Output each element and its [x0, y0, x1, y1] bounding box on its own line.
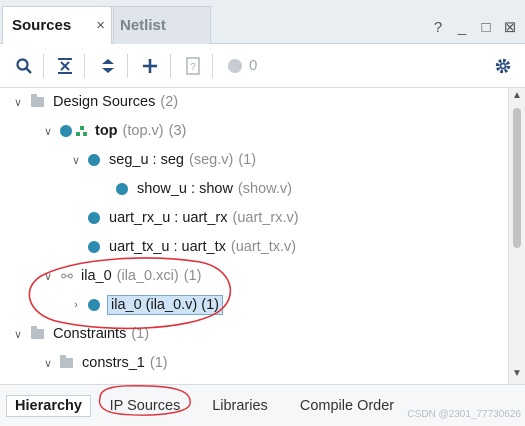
tree-row-top[interactable]: ∨ top (top.v) (3) — [0, 118, 508, 144]
error-count: 0 — [249, 57, 258, 74]
folder-icon — [31, 326, 44, 339]
window-controls: ? _ □ ⊠ — [431, 18, 517, 37]
toolbar-separator — [212, 54, 213, 78]
watermark: CSDN @2301_77730626 — [407, 409, 521, 420]
module-icon — [88, 212, 100, 224]
status-circle-icon — [224, 55, 246, 77]
tree-count: (1) — [183, 268, 202, 284]
chevron-down-icon[interactable]: ∨ — [42, 270, 54, 283]
ip-core-icon: ⚯ — [61, 268, 73, 284]
tree-count: (3) — [168, 123, 187, 139]
chevron-down-icon[interactable]: ∨ — [42, 125, 54, 138]
tab-ip-sources[interactable]: IP Sources — [104, 395, 186, 417]
chevron-down-icon[interactable]: ∨ — [12, 96, 24, 109]
tree-row-ila-0[interactable]: ∨ ⚯ ila_0 (ila_0.xci) (1) — [0, 263, 508, 289]
tab-netlist-label: Netlist — [120, 17, 166, 34]
gear-icon[interactable] — [492, 55, 514, 77]
expand-all-icon[interactable] — [97, 55, 119, 77]
scroll-down-icon[interactable]: ▼ — [509, 368, 525, 382]
chevron-right-icon[interactable]: › — [70, 299, 82, 311]
tree-file: (seg.v) — [188, 152, 234, 168]
tab-libraries[interactable]: Libraries — [204, 395, 276, 417]
minimize-icon[interactable]: _ — [455, 19, 469, 36]
close-icon[interactable]: × — [96, 17, 105, 34]
float-icon[interactable]: ⊠ — [503, 18, 517, 36]
search-icon[interactable] — [13, 55, 35, 77]
bottom-tab-bar: Hierarchy IP Sources Libraries Compile O… — [0, 384, 525, 426]
tree-row-show-u[interactable]: show_u : show (show.v) — [0, 176, 508, 202]
folder-icon — [31, 94, 44, 107]
properties-icon[interactable]: ? — [182, 55, 204, 77]
vertical-scrollbar[interactable]: ▲ ▼ — [508, 88, 525, 384]
tree-row-constraints[interactable]: ∨ Constraints (1) — [0, 321, 508, 347]
tree-label: uart_tx_u : uart_tx — [109, 239, 226, 255]
tree-row-uart-tx-u[interactable]: uart_tx_u : uart_tx (uart_tx.v) — [0, 234, 508, 260]
add-icon[interactable] — [139, 55, 161, 77]
chevron-down-icon[interactable]: ∨ — [70, 154, 82, 167]
tree-file: (uart_tx.v) — [230, 239, 297, 255]
tree-label: constrs_1 — [82, 355, 145, 371]
maximize-icon[interactable]: □ — [479, 19, 493, 36]
tree-row-design-sources[interactable]: ∨ Design Sources (2) — [0, 89, 508, 115]
tab-compile-order[interactable]: Compile Order — [292, 395, 402, 417]
selected-tree-label: ila_0 (ila_0.v) (1) — [107, 295, 223, 315]
tree-label: show_u : show — [137, 181, 233, 197]
help-icon[interactable]: ? — [431, 19, 445, 36]
top-module-icon — [76, 125, 88, 137]
tree-file: (ila_0.xci) — [116, 268, 179, 284]
tree-file: (show.v) — [237, 181, 292, 197]
toolbar-separator — [43, 54, 44, 78]
folder-icon — [60, 355, 73, 368]
tree-count: (1) — [131, 326, 150, 342]
tree-row-uart-rx-u[interactable]: uart_rx_u : uart_rx (uart_rx.v) — [0, 205, 508, 231]
toolbar-separator — [84, 54, 85, 78]
tree-label: ila_0 — [81, 268, 112, 284]
tree-label: Constraints — [53, 326, 127, 342]
tree-count: (2) — [160, 94, 179, 110]
module-icon — [60, 125, 72, 137]
tree-label: top — [95, 123, 118, 139]
collapse-all-icon[interactable] — [54, 55, 76, 77]
chevron-down-icon[interactable]: ∨ — [12, 328, 24, 341]
svg-text:?: ? — [190, 62, 196, 73]
panel-tab-bar: Sources × Netlist ? _ □ ⊠ — [0, 0, 525, 44]
tree-label: Design Sources — [53, 94, 156, 110]
sources-tree: ∨ Design Sources (2) ∨ top (top.v) (3) ∨… — [0, 88, 508, 384]
tree-row-constrs-1[interactable]: ∨ constrs_1 (1) — [0, 350, 508, 376]
sources-toolbar: ? 0 — [0, 44, 525, 88]
module-icon — [116, 183, 128, 195]
tree-file: (uart_rx.v) — [232, 210, 299, 226]
tree-row-seg-u[interactable]: ∨ seg_u : seg (seg.v) (1) — [0, 147, 508, 173]
scroll-thumb[interactable] — [513, 108, 521, 248]
module-icon — [88, 299, 100, 311]
toolbar-separator — [170, 54, 171, 78]
tree-label: seg_u : seg — [109, 152, 184, 168]
module-icon — [88, 154, 100, 166]
tree-label: uart_rx_u : uart_rx — [109, 210, 228, 226]
tab-sources-label: Sources — [12, 17, 72, 34]
scroll-up-icon[interactable]: ▲ — [509, 90, 525, 104]
tree-file: (top.v) — [122, 123, 164, 139]
tree-count: (1) — [238, 152, 257, 168]
chevron-down-icon[interactable]: ∨ — [42, 357, 54, 370]
tab-hierarchy[interactable]: Hierarchy — [6, 395, 91, 417]
tree-row-ila-0-v[interactable]: › ila_0 (ila_0.v) (1) — [0, 292, 508, 318]
toolbar-separator — [127, 54, 128, 78]
module-icon — [88, 241, 100, 253]
tab-netlist[interactable]: Netlist — [113, 6, 211, 44]
tab-sources[interactable]: Sources × — [2, 6, 112, 44]
tree-count: (1) — [149, 355, 168, 371]
